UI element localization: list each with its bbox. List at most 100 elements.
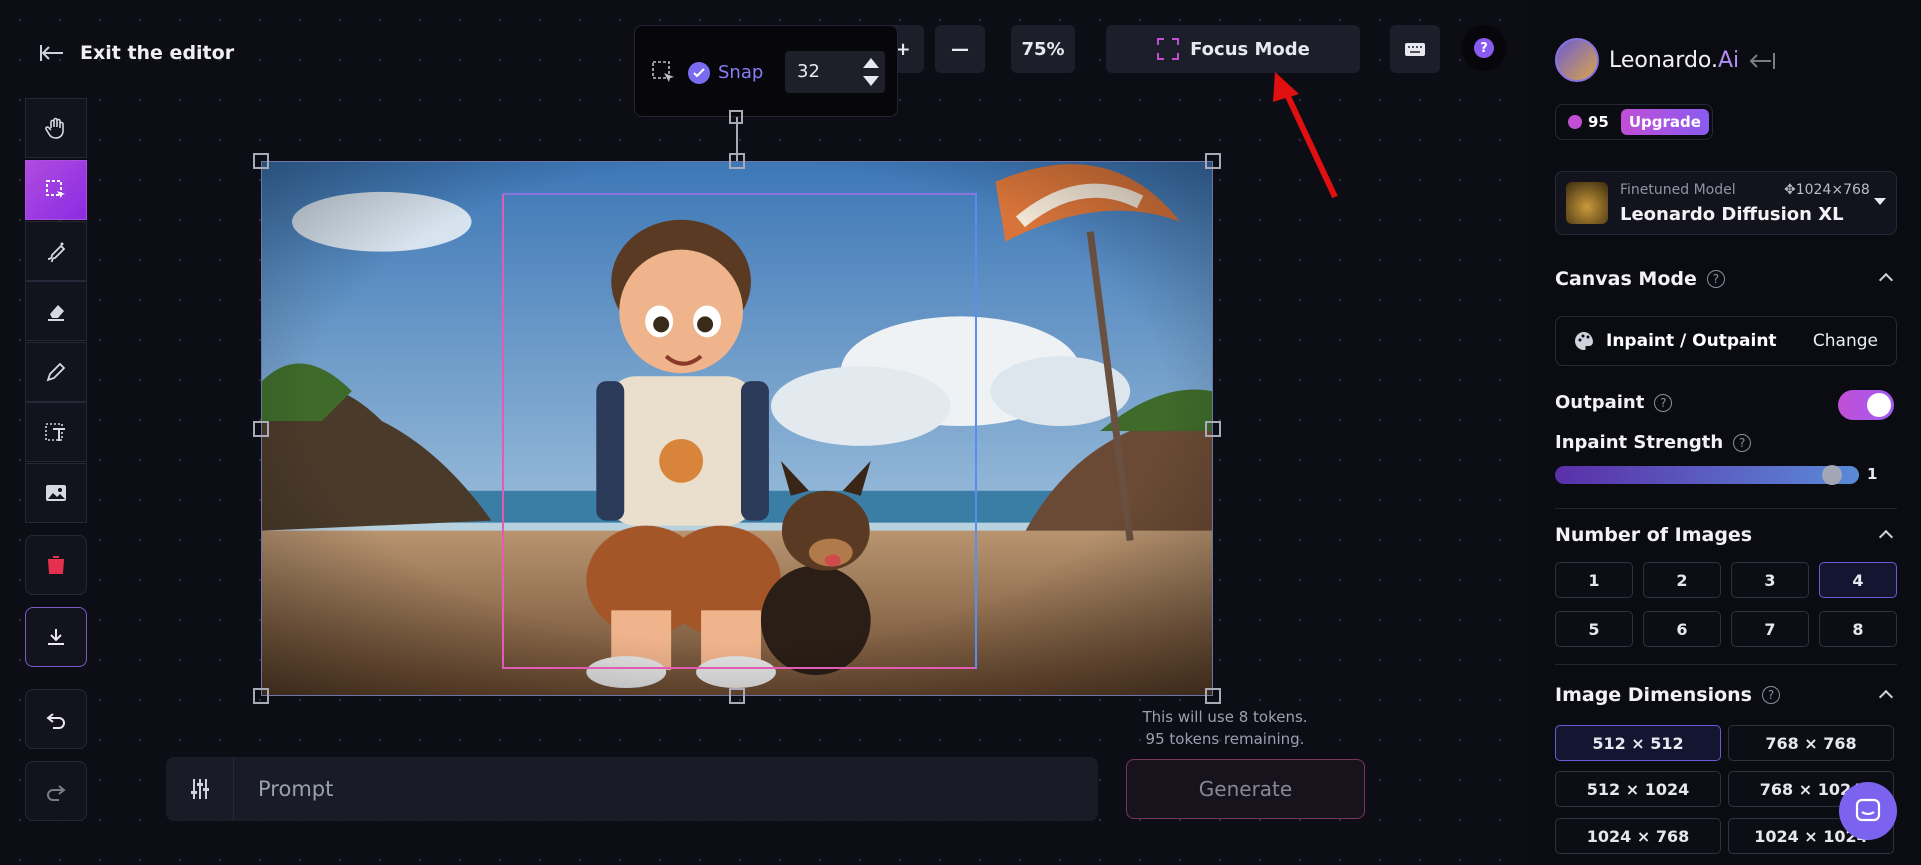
num-images-option[interactable]: 6 <box>1643 611 1721 647</box>
image-tool-button[interactable] <box>25 463 87 523</box>
inpaint-strength-slider[interactable] <box>1555 466 1859 484</box>
check-icon <box>693 68 705 78</box>
focus-mode-button[interactable]: Focus Mode <box>1106 25 1360 73</box>
token-balance: 95 Upgrade <box>1555 104 1713 140</box>
select-tool-button[interactable] <box>25 160 87 220</box>
zoom-out-button[interactable]: — <box>935 25 985 73</box>
snap-checkbox[interactable] <box>688 62 710 84</box>
pan-tool-button[interactable] <box>25 98 87 158</box>
num-images-option[interactable]: 1 <box>1555 562 1633 598</box>
pencil-tool-button[interactable] <box>25 342 87 402</box>
resize-handle-right[interactable] <box>1205 421 1221 437</box>
brand-suffix: Ai <box>1717 47 1740 73</box>
model-dims: 1024×768 <box>1795 182 1870 198</box>
chat-support-button[interactable] <box>1839 782 1897 840</box>
keyboard-icon <box>1405 43 1425 56</box>
collapse-panel-icon[interactable] <box>1749 52 1775 70</box>
resize-handle-top-left[interactable] <box>253 153 269 169</box>
generate-button[interactable]: Generate <box>1126 759 1365 819</box>
resize-handle-top[interactable] <box>729 153 745 169</box>
arrow-left-icon <box>40 45 63 61</box>
chevron-up-icon[interactable] <box>1878 529 1894 545</box>
move-icon: ✥ <box>1784 182 1796 198</box>
generation-frame <box>502 193 977 669</box>
avatar[interactable] <box>1555 38 1599 82</box>
draw-mask-tool-button[interactable] <box>25 221 87 281</box>
outpaint-toggle[interactable] <box>1838 390 1894 420</box>
rotate-handle[interactable] <box>729 110 743 124</box>
chevron-up-icon[interactable] <box>1878 689 1894 705</box>
toggle-knob <box>1867 393 1891 417</box>
canvas-mode-heading: Canvas Mode ? <box>1555 268 1725 290</box>
exit-editor-button[interactable]: Exit the editor <box>40 42 234 64</box>
coins-icon <box>1568 115 1582 129</box>
change-mode-button[interactable]: Change <box>1813 331 1878 351</box>
delete-button[interactable] <box>25 535 87 595</box>
resize-handle-bottom-right[interactable] <box>1205 688 1221 704</box>
help-circle-icon[interactable]: ? <box>1654 393 1673 412</box>
resize-handle-left[interactable] <box>253 421 269 437</box>
model-type: Finetuned Model <box>1620 182 1736 198</box>
dimensions-title: Image Dimensions <box>1555 684 1752 706</box>
snap-size-stepper[interactable]: 32 <box>785 51 885 93</box>
text-tool-button[interactable] <box>25 402 87 462</box>
num-images-option-selected[interactable]: 4 <box>1819 562 1897 598</box>
trash-icon <box>47 556 65 574</box>
help-icon: ? <box>1474 38 1494 58</box>
help-circle-icon[interactable]: ? <box>1733 433 1752 452</box>
help-button[interactable]: ? <box>1461 25 1507 71</box>
minus-icon: — <box>951 38 969 60</box>
snap-size-value: 32 <box>797 61 820 82</box>
shortcuts-button[interactable] <box>1390 25 1440 73</box>
stepper-arrows-icon[interactable] <box>861 55 881 89</box>
resize-handle-bottom[interactable] <box>729 688 745 704</box>
exit-label: Exit the editor <box>80 42 235 64</box>
dimension-option[interactable]: 768 × 768 <box>1728 725 1894 761</box>
snap-label: Snap <box>718 62 764 83</box>
prompt-bar: Prompt <box>166 757 1098 821</box>
undo-icon <box>46 713 65 729</box>
prompt-input[interactable]: Prompt <box>258 777 333 801</box>
num-images-option[interactable]: 8 <box>1819 611 1897 647</box>
sliders-icon <box>190 779 209 799</box>
palette-icon <box>1575 332 1593 350</box>
canvas-mode-value: Inpaint / Outpaint <box>1606 331 1777 351</box>
model-selector[interactable]: Finetuned Model ✥1024×768 Leonardo Diffu… <box>1555 171 1897 235</box>
help-circle-icon[interactable]: ? <box>1706 270 1725 288</box>
inpaint-strength-label: Inpaint Strength <box>1555 432 1724 453</box>
selection-icon <box>46 180 65 198</box>
redo-icon <box>47 785 66 801</box>
text-icon <box>45 423 65 441</box>
outpaint-heading: Outpaint ? <box>1555 392 1673 413</box>
num-images-option[interactable]: 2 <box>1643 562 1721 598</box>
dimension-option-selected[interactable]: 512 × 512 <box>1555 725 1721 761</box>
num-images-option[interactable]: 5 <box>1555 611 1633 647</box>
undo-button[interactable] <box>25 689 87 749</box>
divider <box>1555 508 1897 509</box>
settings-panel: Leonardo.Ai 95 Upgrade Finetuned Model ✥… <box>1527 0 1921 865</box>
chevron-up-icon[interactable] <box>1878 272 1894 288</box>
chat-icon <box>1855 798 1881 822</box>
divider <box>1555 664 1897 665</box>
eraser-tool-button[interactable] <box>25 281 87 341</box>
pencil-icon <box>46 362 66 382</box>
slider-handle[interactable] <box>1822 465 1842 485</box>
upgrade-button[interactable]: Upgrade <box>1620 109 1709 135</box>
help-circle-icon[interactable]: ? <box>1762 686 1780 704</box>
dimension-option[interactable]: 1024 × 768 <box>1555 818 1721 854</box>
selection-cursor-icon <box>652 61 674 82</box>
dimension-option[interactable]: 512 × 1024 <box>1555 771 1721 807</box>
token-count: 95 <box>1588 113 1609 131</box>
num-images-option[interactable]: 7 <box>1731 611 1809 647</box>
prompt-settings-button[interactable] <box>166 757 234 821</box>
download-button[interactable] <box>25 607 87 667</box>
zoom-level[interactable]: 75% <box>1011 25 1075 73</box>
dimensions-heading: Image Dimensions ? <box>1555 684 1780 706</box>
image-icon <box>46 485 66 501</box>
brand-name: Leonardo. <box>1609 47 1718 73</box>
redo-button[interactable] <box>25 761 87 821</box>
resize-handle-bottom-left[interactable] <box>253 688 269 704</box>
num-images-option[interactable]: 3 <box>1731 562 1809 598</box>
tokens-use-text: This will use 8 tokens. <box>1142 708 1308 726</box>
resize-handle-top-right[interactable] <box>1205 153 1221 169</box>
